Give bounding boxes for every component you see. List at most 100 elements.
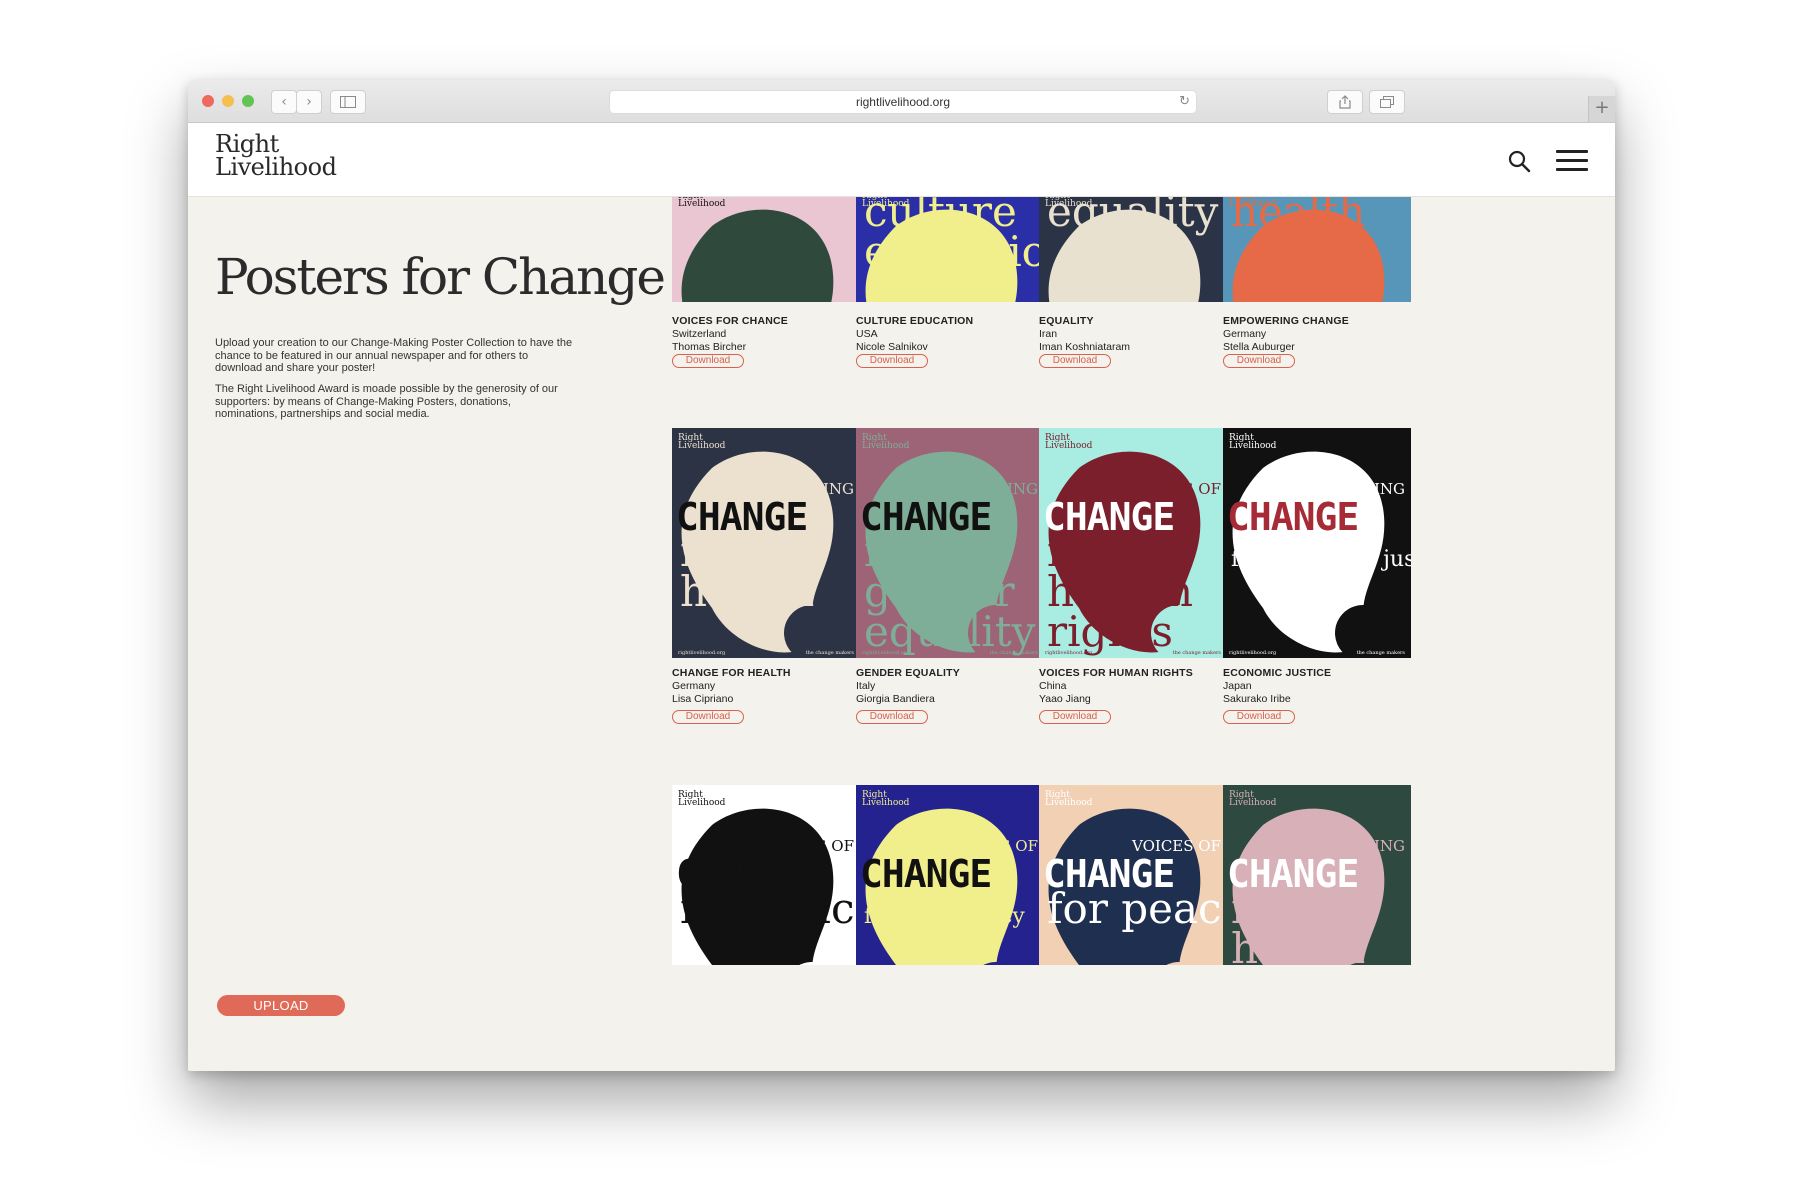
new-tab-button[interactable]: +	[1588, 96, 1615, 122]
poster-author: Nicole Salnikov	[856, 341, 928, 353]
poster-artwork: RightLivelihoodVOICES OFCHANGEfor democr…	[856, 785, 1044, 965]
download-button[interactable]: Download	[1223, 710, 1295, 724]
poster-author: Giorgia Bandiera	[856, 693, 935, 705]
chevron-right-icon[interactable]: ›	[296, 90, 322, 114]
poster-image[interactable]: RightLivelihoodcultureeducationrightlive…	[856, 186, 1044, 302]
page-title: Posters for Change	[215, 248, 666, 306]
poster-image[interactable]: Right Livelihood ENCOURAGING CHANGE for healt…	[1223, 785, 1411, 965]
poster-meta: VOICES FOR CHANCE Switzerland Thomas Birch…	[672, 315, 872, 354]
poster-artwork: RightLivelihoodVOICES OFCHANGEfor peacer…	[672, 785, 860, 965]
poster-grid: RightLivelihoodrightlivelihood.orgthe ch…	[672, 186, 1508, 1071]
sidebar-icon[interactable]	[330, 90, 366, 114]
poster-title: CULTURE EDUCATION	[856, 315, 974, 327]
address-bar[interactable]: rightlivelihood.org ↻	[609, 90, 1197, 114]
poster-artwork: RightLivelihoodcultureeducationrightlive…	[856, 186, 1044, 302]
poster-author: Thomas Bircher	[672, 341, 747, 353]
poster-image[interactable]: Right Livelihood VOICES OF CHANGE for democr…	[856, 785, 1044, 965]
poster-brand-line-2: Livelihood	[1045, 441, 1093, 451]
poster-artwork: RightLivelihoodhealthrightlivelihood.org…	[1223, 186, 1411, 302]
download-button[interactable]: Download	[1039, 710, 1111, 724]
poster-title: CHANGE FOR HEALTH	[672, 667, 791, 679]
poster-footer-left: rightlivelihood.org	[1045, 650, 1093, 656]
poster-brand-line-2: Livelihood	[1229, 441, 1277, 451]
download-button[interactable]: Download	[672, 710, 744, 724]
logo-line-2: Livelihood	[215, 153, 337, 181]
poster-change-word: CHANGE	[1227, 495, 1358, 539]
download-button[interactable]: Download	[1039, 354, 1111, 368]
search-icon[interactable]	[1507, 149, 1531, 173]
hamburger-menu-icon[interactable]	[1556, 150, 1588, 172]
main-content: Posters for Change Upload your creation …	[188, 186, 1615, 1071]
site-logo[interactable]: Right Livelihood	[215, 132, 337, 181]
download-button[interactable]: Download	[672, 354, 744, 368]
poster-image[interactable]: RightLivelihoodVOICES OFCHANGEfor peacer…	[1039, 785, 1227, 965]
poster-image[interactable]: Right Livelihood VOICES OF CHANGE for human ri…	[1039, 428, 1227, 658]
poster-text-line: for economic justice	[1231, 547, 1411, 572]
poster-image[interactable]: RightLivelihoodVOICES OFCHANGEfor peacer…	[672, 785, 860, 965]
poster-country: China	[1039, 680, 1067, 692]
poster-title: EMPOWERING CHANGE	[1223, 315, 1349, 327]
poster-text-line: health	[680, 567, 814, 616]
poster-image[interactable]: Right Livelihood EMPOWERING CHANGE for health…	[672, 428, 860, 658]
poster-meta: GENDER EQUALITY Italy Giorgia Bandiera	[856, 667, 1056, 706]
reload-icon[interactable]: ↻	[1179, 91, 1190, 113]
poster-country: Germany	[672, 680, 716, 692]
browser-window: ‹ › rightlivelihood.org ↻ + Right Liveli…	[188, 80, 1615, 1071]
browser-toolbar: ‹ › rightlivelihood.org ↻ +	[188, 80, 1615, 123]
poster-country: USA	[856, 328, 878, 340]
poster-author: Yaao Jiang	[1039, 693, 1091, 705]
poster-footer-right: the change makers	[990, 650, 1039, 656]
poster-brand-line-2: Livelihood	[862, 441, 910, 451]
download-button[interactable]: Download	[856, 710, 928, 724]
url-text: rightlivelihood.org	[855, 95, 951, 109]
poster-footer-left: rightlivelihood.org	[862, 650, 910, 656]
poster-artwork: RightLivelihoodENCOURAGINGCHANGEforgende…	[856, 428, 1044, 658]
poster-author: Sakurako Iribe	[1223, 693, 1291, 705]
tabs-icon[interactable]	[1369, 90, 1405, 114]
poster-footer-right: the change makers	[1173, 650, 1222, 656]
poster-brand-line-2: Livelihood	[1045, 798, 1093, 808]
poster-author: Iman Koshniataram	[1039, 341, 1131, 353]
poster-brand-line-2: Livelihood	[678, 441, 726, 451]
poster-footer-right: the change makers	[806, 650, 855, 656]
poster-brand-line-2: Livelihood	[678, 798, 726, 808]
poster-artwork: RightLivelihoodequalityrightlivelihood.o…	[1039, 186, 1227, 302]
poster-brand-line-2: Livelihood	[1229, 798, 1277, 808]
poster-change-word: CHANGE	[860, 852, 991, 896]
poster-title: VOICES FOR HUMAN RIGHTS	[1039, 667, 1193, 679]
poster-brand-line-2: Livelihood	[862, 798, 910, 808]
close-window-button[interactable]	[202, 95, 214, 107]
poster-title: EQUALITY	[1039, 315, 1094, 327]
poster-text-line: education	[864, 227, 1044, 276]
poster-country: Japan	[1223, 680, 1252, 692]
poster-country: Germany	[1223, 328, 1267, 340]
poster-meta: EMPOWERING CHANGE Germany Stella Auburger	[1223, 315, 1423, 354]
download-button[interactable]: Download	[1223, 354, 1295, 368]
poster-meta: ECONOMIC JUSTICE Japan Sakurako Iribe	[1223, 667, 1423, 706]
poster-artwork: RightLivelihoodENCOURAGINGCHANGEfor econ…	[1223, 428, 1411, 658]
zoom-window-button[interactable]	[242, 95, 254, 107]
chevron-left-icon[interactable]: ‹	[271, 90, 297, 114]
poster-image[interactable]: RightLivelihoodequalityrightlivelihood.o…	[1039, 186, 1227, 302]
poster-image[interactable]: RightLivelihoodhealthrightlivelihood.org…	[1223, 186, 1411, 302]
minimize-window-button[interactable]	[222, 95, 234, 107]
download-button[interactable]: Download	[856, 354, 928, 368]
poster-image[interactable]: Right Livelihood ENCOURAGING CHANGE for econ…	[1223, 428, 1411, 658]
poster-meta: EQUALITY Iran Iman Koshniataram	[1039, 315, 1239, 354]
poster-artwork: RightLivelihoodrightlivelihood.orgthe ch…	[672, 186, 860, 302]
poster-artwork: RightLivelihoodEMPOWERINGCHANGEforhealth…	[672, 428, 860, 658]
poster-image[interactable]: RightLivelihoodrightlivelihood.orgthe ch…	[672, 186, 860, 302]
poster-text-line: health	[1231, 924, 1365, 965]
poster-artwork: RightLivelihoodENCOURAGINGCHANGEforhealt…	[1223, 785, 1411, 965]
poster-country: Iran	[1039, 328, 1058, 340]
poster-footer-left: rightlivelihood.org	[678, 650, 726, 656]
poster-text-line: for peace	[1047, 884, 1227, 933]
share-icon[interactable]	[1327, 90, 1363, 114]
poster-footer-right: the change makers	[1357, 650, 1406, 656]
poster-text-line: for democracy	[864, 904, 1025, 929]
poster-text-line: rights	[1047, 607, 1173, 656]
poster-text-line: equality	[864, 607, 1036, 656]
poster-image[interactable]: Right Livelihood ENCOURAGING CHANGE for gende…	[856, 428, 1044, 658]
upload-button[interactable]: UPLOAD	[217, 995, 345, 1016]
poster-title: ECONOMIC JUSTICE	[1223, 667, 1332, 679]
